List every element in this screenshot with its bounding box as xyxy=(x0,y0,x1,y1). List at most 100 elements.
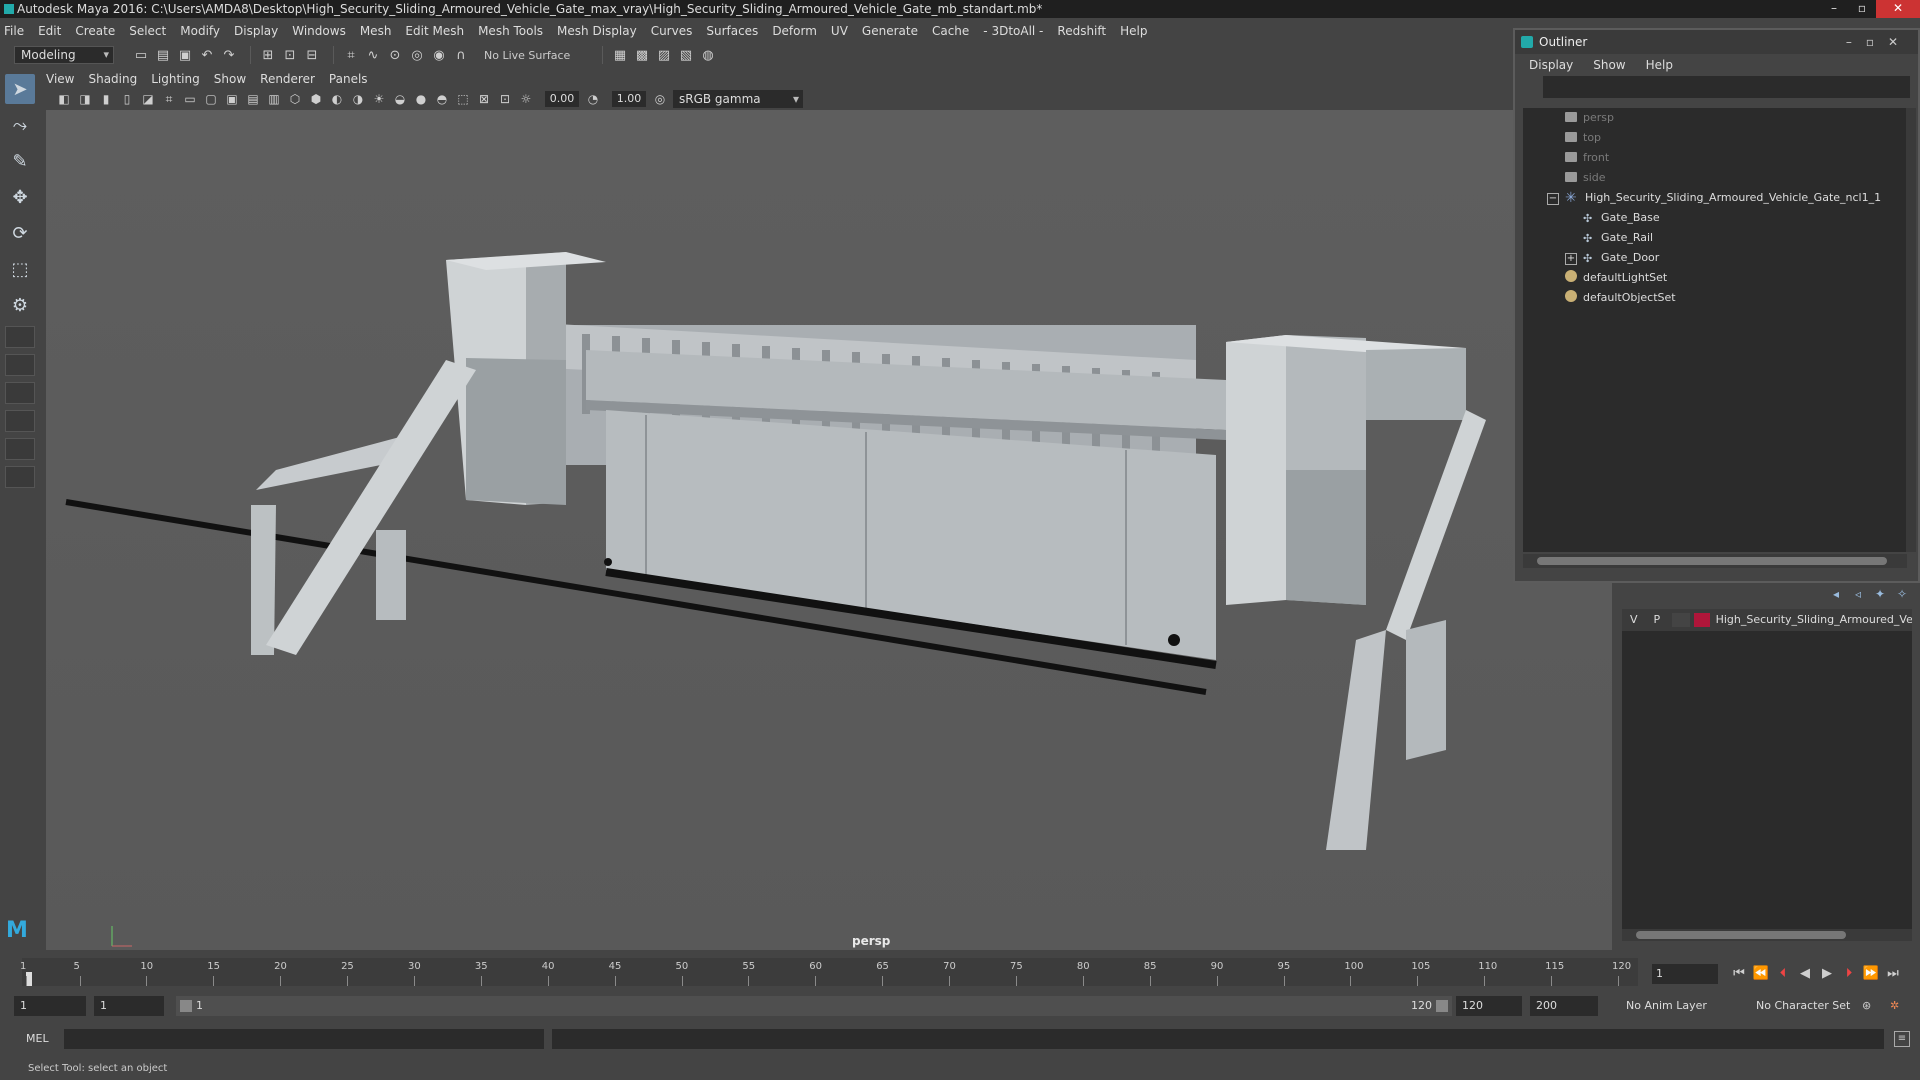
menu-surfaces[interactable]: Surfaces xyxy=(706,24,758,38)
time-ruler[interactable]: 1 5 10 15 20 25 30 35 40 45 50 55 60 65 70 75 80 85 90 95 10… xyxy=(20,958,1638,986)
command-input[interactable] xyxy=(64,1029,544,1049)
snap-point-icon[interactable]: ⊙ xyxy=(386,46,404,64)
menu-edit[interactable]: Edit xyxy=(38,24,61,38)
step-back-frame-icon[interactable]: ⏴ xyxy=(1772,964,1794,984)
select-hierarchy-icon[interactable]: ⊞ xyxy=(259,46,277,64)
snap-view-plane-icon[interactable]: ◎ xyxy=(408,46,426,64)
camera-select-icon[interactable]: ◧ xyxy=(56,91,72,107)
snap-grid-icon[interactable]: ⌗ xyxy=(342,46,360,64)
minimize-icon[interactable]: – xyxy=(1820,0,1848,18)
outliner-item-default-light-set[interactable]: defaultLightSet xyxy=(1523,268,1907,288)
layout-four-icon[interactable] xyxy=(5,354,35,376)
outliner-item-gate-group[interactable]: − ✳ High_Security_Sliding_Armoured_Vehicle… xyxy=(1523,188,1907,208)
field-chart-icon[interactable]: ▤ xyxy=(245,91,261,107)
go-to-start-icon[interactable]: ⏮ xyxy=(1728,964,1750,984)
layer-name[interactable]: High_Security_Sliding_Armoured_Vehicle_G… xyxy=(1716,609,1912,631)
menu-create[interactable]: Create xyxy=(75,24,115,38)
snap-live-icon[interactable]: ◉ xyxy=(430,46,448,64)
move-tool-icon[interactable]: ✥ xyxy=(5,182,35,212)
menu-help[interactable]: Help xyxy=(1120,24,1147,38)
image-plane-icon[interactable]: ▯ xyxy=(119,91,135,107)
last-tool-icon[interactable]: ⚙ xyxy=(5,290,35,320)
open-scene-icon[interactable]: ▤ xyxy=(154,46,172,64)
lights-icon[interactable]: ☀ xyxy=(371,91,387,107)
ipr-render-icon[interactable]: ▨ xyxy=(655,46,673,64)
playback-start-field[interactable]: 1 xyxy=(94,996,164,1016)
menu-curves[interactable]: Curves xyxy=(651,24,693,38)
menu-mesh-display[interactable]: Mesh Display xyxy=(557,24,637,38)
menu-edit-mesh[interactable]: Edit Mesh xyxy=(405,24,464,38)
outliner-item-persp[interactable]: persp xyxy=(1523,108,1907,128)
layer-horizontal-scrollbar[interactable] xyxy=(1622,929,1912,941)
outliner-menu-show[interactable]: Show xyxy=(1593,58,1625,72)
save-scene-icon[interactable]: ▣ xyxy=(176,46,194,64)
range-end-handle[interactable] xyxy=(1436,1000,1448,1012)
menu-select[interactable]: Select xyxy=(129,24,166,38)
color-management-icon[interactable]: ◎ xyxy=(652,91,668,107)
panel-menu-shading[interactable]: Shading xyxy=(88,72,137,86)
playback-end-field[interactable]: 120 xyxy=(1456,996,1522,1016)
panel-menu-view[interactable]: View xyxy=(46,72,74,86)
outliner-menu-display[interactable]: Display xyxy=(1529,58,1573,72)
smooth-shade-icon[interactable]: ⬢ xyxy=(308,91,324,107)
move-layer-down-icon[interactable]: ◃ xyxy=(1850,587,1866,603)
outliner-item-gate-rail[interactable]: ✣ Gate_Rail xyxy=(1523,228,1907,248)
menu-redshift[interactable]: Redshift xyxy=(1057,24,1106,38)
outliner-item-top[interactable]: top xyxy=(1523,128,1907,148)
outliner-item-side[interactable]: side xyxy=(1523,168,1907,188)
render-frame-icon[interactable]: ▩ xyxy=(633,46,651,64)
layout-stacked-icon[interactable] xyxy=(5,410,35,432)
animation-start-field[interactable]: 1 xyxy=(14,996,86,1016)
step-forward-frame-icon[interactable]: ⏵ xyxy=(1838,964,1860,984)
render-settings-icon[interactable]: ▦ xyxy=(611,46,629,64)
outliner-item-gate-door[interactable]: + ✣ Gate_Door xyxy=(1523,248,1907,268)
hypershade-icon[interactable]: ◍ xyxy=(699,46,717,64)
range-slider[interactable]: 1 120 xyxy=(176,996,1452,1016)
anim-layer-dropdown[interactable]: No Anim Layer xyxy=(1626,996,1736,1016)
outliner-item-front[interactable]: front xyxy=(1523,148,1907,168)
layout-side-icon[interactable] xyxy=(5,382,35,404)
menu-cache[interactable]: Cache xyxy=(932,24,969,38)
step-forward-key-icon[interactable]: ⏩ xyxy=(1860,964,1882,984)
gamma-field[interactable]: 1.00 xyxy=(612,91,646,107)
select-object-icon[interactable]: ⊡ xyxy=(281,46,299,64)
close-icon[interactable]: ✕ xyxy=(1876,0,1920,18)
magnet-icon[interactable]: ∩ xyxy=(452,46,470,64)
perspective-viewport[interactable]: persp xyxy=(46,110,1612,950)
new-layer-selected-icon[interactable]: ✧ xyxy=(1894,587,1910,603)
menu-mesh-tools[interactable]: Mesh Tools xyxy=(478,24,543,38)
play-forwards-icon[interactable]: ▶ xyxy=(1816,964,1838,984)
menu-uv[interactable]: UV xyxy=(831,24,848,38)
safe-action-icon[interactable]: ▥ xyxy=(266,91,282,107)
layer-color-swatch[interactable] xyxy=(1693,613,1710,627)
go-to-end-icon[interactable]: ⏭ xyxy=(1882,964,1904,984)
scroll-thumb[interactable] xyxy=(1537,557,1887,565)
collapse-icon[interactable]: − xyxy=(1547,193,1559,205)
outliner-vertical-scrollbar[interactable] xyxy=(1906,108,1916,552)
camera-attributes-icon[interactable]: ◪ xyxy=(140,91,156,107)
new-layer-icon[interactable]: ✦ xyxy=(1872,587,1888,603)
paint-select-icon[interactable]: ✎ xyxy=(5,146,35,176)
menu-mesh[interactable]: Mesh xyxy=(360,24,392,38)
menu-file[interactable]: File xyxy=(4,24,24,38)
new-scene-icon[interactable]: ▭ xyxy=(132,46,150,64)
lasso-tool-icon[interactable]: ⤳ xyxy=(5,110,35,140)
textured-icon[interactable]: ◑ xyxy=(350,91,366,107)
xray-joints-icon[interactable]: ⊡ xyxy=(497,91,513,107)
scale-tool-icon[interactable]: ⬚ xyxy=(5,254,35,284)
grid-icon[interactable]: ⌗ xyxy=(161,91,177,107)
menu-generate[interactable]: Generate xyxy=(862,24,918,38)
camera-lock-icon[interactable]: ◨ xyxy=(77,91,93,107)
shaded-wireframe-icon[interactable]: ◐ xyxy=(329,91,345,107)
panel-menu-renderer[interactable]: Renderer xyxy=(260,72,315,86)
menu-display[interactable]: Display xyxy=(234,24,278,38)
time-slider[interactable]: 1 5 10 15 20 25 30 35 40 45 50 55 60 65 70 75 80 85 90 95 10… xyxy=(20,952,1642,988)
layer-playback-toggle[interactable]: P xyxy=(1646,609,1669,631)
select-component-icon[interactable]: ⊟ xyxy=(303,46,321,64)
redo-icon[interactable]: ↷ xyxy=(220,46,238,64)
panel-menu-panels[interactable]: Panels xyxy=(329,72,368,86)
outliner-item-gate-base[interactable]: ✣ Gate_Base xyxy=(1523,208,1907,228)
auto-key-icon[interactable]: ⊛ xyxy=(1862,996,1882,1016)
command-language-label[interactable]: MEL xyxy=(26,1032,49,1045)
rotate-tool-icon[interactable]: ⟳ xyxy=(5,218,35,248)
